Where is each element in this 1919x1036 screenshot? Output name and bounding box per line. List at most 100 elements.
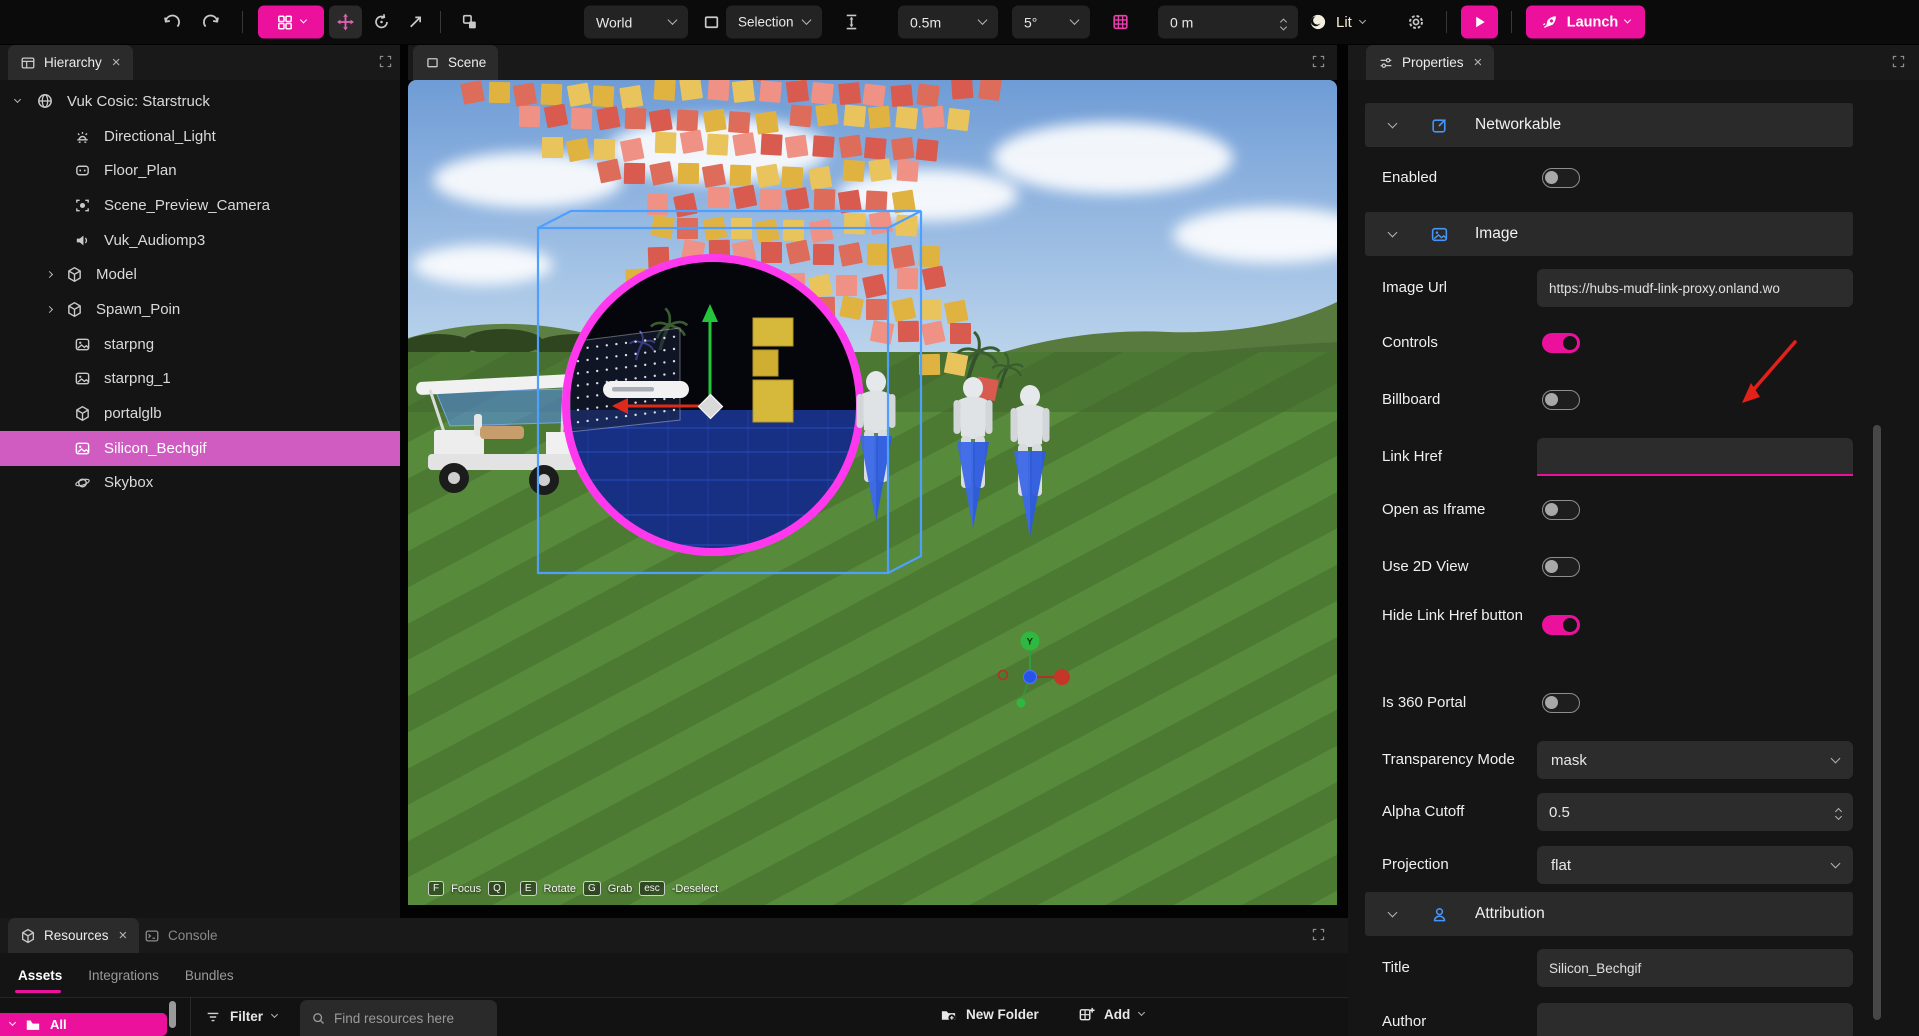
link-href-input[interactable] — [1537, 438, 1853, 476]
folders-scrollbar[interactable] — [169, 1001, 176, 1028]
transform-space-button[interactable] — [456, 9, 483, 36]
tab-scene[interactable]: Scene — [413, 45, 498, 80]
close-icon[interactable]: × — [112, 54, 121, 71]
properties-expand-button[interactable] — [1892, 55, 1905, 68]
title-input[interactable] — [1537, 949, 1853, 987]
controls-toggle[interactable] — [1542, 333, 1580, 353]
world-space-dropdown[interactable]: World — [584, 6, 688, 39]
tree-item-label: Model — [96, 266, 137, 283]
tab-bundles[interactable]: Bundles — [185, 968, 234, 983]
add-asset-button[interactable]: Add — [1078, 1006, 1144, 1023]
selection-mode-dropdown[interactable]: Selection — [726, 6, 822, 39]
tab-assets[interactable]: Assets — [18, 968, 62, 983]
move-icon — [337, 14, 354, 31]
toolbar-divider — [242, 11, 243, 33]
folder-all[interactable]: All — [0, 1013, 167, 1036]
move-tool-button[interactable] — [329, 6, 362, 39]
tree-item[interactable]: Spawn_Poin — [0, 292, 400, 327]
play-button[interactable] — [1461, 6, 1498, 39]
key-g: G — [583, 881, 601, 896]
launch-button[interactable]: Launch — [1526, 6, 1645, 39]
snap-angle-dropdown[interactable]: 5° — [1012, 6, 1090, 39]
tab-hierarchy[interactable]: Hierarchy × — [8, 45, 133, 80]
projection-select[interactable]: flat — [1537, 846, 1853, 884]
close-icon[interactable]: × — [119, 927, 128, 944]
field-label: Open as Iframe — [1382, 491, 1485, 529]
alpha-cutoff-stepper[interactable]: 0.5 — [1537, 793, 1853, 831]
tree-item-selected[interactable]: Silicon_Bechgif — [0, 431, 400, 466]
tree-item[interactable]: Vuk_Audiomp3 — [0, 223, 400, 258]
console-icon — [146, 931, 158, 941]
play-icon — [1476, 17, 1485, 27]
transparency-mode-select[interactable]: mask — [1537, 741, 1853, 779]
tree-item[interactable]: Skybox — [0, 466, 400, 501]
chevron-down-icon — [1388, 907, 1398, 917]
tab-integrations[interactable]: Integrations — [88, 968, 159, 983]
close-icon[interactable]: × — [1474, 54, 1483, 71]
scale-tool-button[interactable] — [402, 9, 429, 36]
open-as-iframe-toggle[interactable] — [1542, 500, 1580, 520]
keyboard-hints: FFocus Q ERotate GGrab esc-Deselect — [428, 881, 718, 896]
bounds-mode-button[interactable] — [698, 9, 725, 36]
resources-icon — [23, 929, 34, 942]
tree-item-label: starpng_1 — [104, 370, 171, 387]
undo-button[interactable] — [158, 9, 185, 36]
field-image-url: Image Url — [1348, 269, 1919, 307]
filter-dropdown[interactable]: Filter — [205, 997, 277, 1036]
snap-distance-dropdown[interactable]: 0.5m — [898, 6, 998, 39]
tree-item[interactable]: starpng_1 — [0, 362, 400, 397]
chevron-down-icon[interactable] — [1835, 813, 1842, 820]
tab-scene-label: Scene — [448, 55, 486, 70]
alpha-cutoff-value: 0.5 — [1549, 804, 1570, 821]
hide-link-href-toggle[interactable] — [1542, 615, 1580, 635]
hierarchy-expand-button[interactable] — [379, 55, 392, 68]
tree-item[interactable]: Model — [0, 257, 400, 292]
scene-expand-button[interactable] — [1312, 55, 1325, 68]
author-input[interactable] — [1537, 1003, 1853, 1036]
field-alpha-cutoff: Alpha Cutoff 0.5 — [1348, 793, 1919, 831]
image-url-input[interactable] — [1537, 269, 1853, 307]
is-360-portal-toggle[interactable] — [1542, 693, 1580, 713]
caret-down-icon[interactable] — [13, 96, 20, 103]
billboard-toggle[interactable] — [1542, 390, 1580, 410]
tab-console[interactable]: Console — [132, 918, 230, 953]
resource-search[interactable] — [300, 1000, 497, 1036]
tab-properties[interactable]: Properties× — [1366, 45, 1494, 80]
render-mode-dropdown[interactable]: Lit — [1308, 12, 1365, 32]
floor-plan-icon — [77, 166, 88, 175]
grid-plus-icon — [1080, 1008, 1094, 1020]
redo-button[interactable] — [198, 9, 225, 36]
tab-resources[interactable]: Resources× — [8, 918, 139, 953]
resources-expand-button[interactable] — [1312, 928, 1325, 941]
tree-item[interactable]: Scene_Preview_Camera — [0, 188, 400, 223]
new-folder-label: New Folder — [966, 1007, 1039, 1022]
enabled-toggle[interactable] — [1542, 168, 1580, 188]
elevation-stepper[interactable]: 0 m — [1158, 6, 1298, 39]
add-object-button[interactable] — [258, 6, 324, 39]
tree-item[interactable]: starpng — [0, 327, 400, 362]
caret-right-icon[interactable] — [45, 271, 52, 278]
resource-search-input[interactable] — [334, 1011, 484, 1026]
tab-hierarchy-label: Hierarchy — [44, 55, 102, 70]
properties-scrollbar[interactable] — [1873, 425, 1881, 1020]
field-billboard: Billboard — [1348, 381, 1919, 419]
use-2d-view-toggle[interactable] — [1542, 557, 1580, 577]
settings-button[interactable] — [1402, 8, 1430, 36]
section-networkable[interactable]: Networkable — [1365, 103, 1853, 147]
new-folder-button[interactable]: New Folder — [940, 1006, 1039, 1023]
chevron-down-icon — [668, 15, 678, 25]
tree-item[interactable]: portalglb — [0, 396, 400, 431]
tree-item-label: Vuk Cosic: Starstruck — [67, 93, 210, 110]
section-attribution[interactable]: Attribution — [1365, 892, 1853, 936]
caret-right-icon[interactable] — [45, 306, 52, 313]
rotate-tool-button[interactable] — [368, 9, 395, 36]
section-image[interactable]: Image — [1365, 212, 1853, 256]
tree-item[interactable]: Directional_Light — [0, 119, 400, 154]
scene-viewport[interactable]: Y FFocus Q ERotate GGrab esc-Deselect — [408, 80, 1337, 905]
chevron-down-icon — [1359, 16, 1366, 23]
tree-item-root[interactable]: Vuk Cosic: Starstruck — [0, 84, 400, 119]
snap-height-button[interactable] — [838, 9, 865, 36]
tree-item[interactable]: Floor_Plan — [0, 153, 400, 188]
grid-snap-toggle-button[interactable] — [1104, 6, 1137, 39]
chevron-down-icon[interactable] — [1280, 23, 1287, 30]
